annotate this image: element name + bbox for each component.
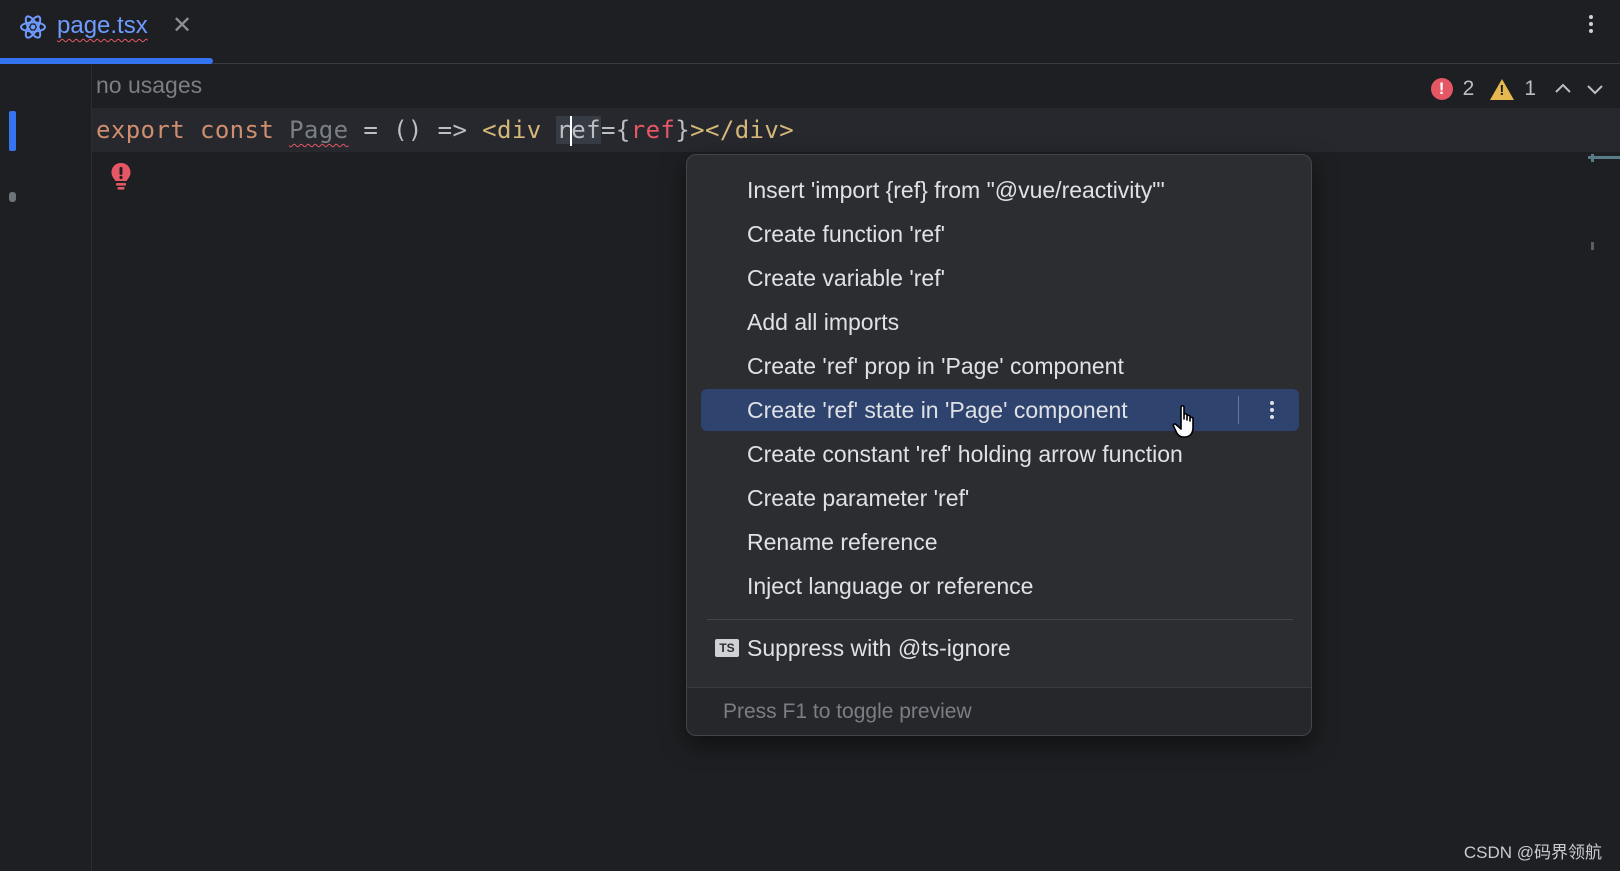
tab-label: page.tsx	[57, 12, 148, 39]
inspection-widget[interactable]: ! 2 1	[1430, 74, 1606, 104]
intention-actions-popup: Insert 'import {ref} from "@vue/reactivi…	[686, 154, 1312, 736]
tab-page-tsx[interactable]: page.tsx ✕	[0, 0, 213, 64]
action-create-prop[interactable]: Create 'ref' prop in 'Page' component	[701, 345, 1299, 387]
brace-close: }	[675, 116, 691, 144]
popup-divider	[707, 619, 1293, 620]
hand-pointer-icon	[1172, 405, 1194, 438]
action-rename-reference[interactable]: Rename reference	[701, 521, 1299, 563]
item-separator	[1238, 396, 1239, 424]
action-create-function[interactable]: Create function 'ref'	[701, 213, 1299, 255]
action-create-state[interactable]: Create 'ref' state in 'Page' component	[701, 389, 1299, 431]
action-create-variable[interactable]: Create variable 'ref'	[701, 257, 1299, 299]
jsx-tag-close: ></div>	[690, 116, 795, 144]
action-create-constant[interactable]: Create constant 'ref' holding arrow func…	[701, 433, 1299, 475]
editor-gutter	[0, 65, 92, 871]
popup-footer: Press F1 to toggle preview	[687, 687, 1311, 735]
lightbulb-error-icon[interactable]	[110, 162, 132, 192]
jsx-tag-open: <div	[482, 116, 542, 144]
chevron-up-icon[interactable]	[1552, 78, 1574, 100]
chevron-down-icon[interactable]	[1584, 78, 1606, 100]
warning-count: 1	[1524, 77, 1536, 100]
gutter-marker	[9, 192, 16, 202]
action-label: Insert 'import {ref} from "@vue/reactivi…	[747, 177, 1165, 203]
jsx-attribute-ref: ref	[556, 116, 601, 146]
more-options-icon[interactable]	[1586, 12, 1596, 40]
scrollbar-marker-tick	[1591, 154, 1594, 162]
scrollbar-marker[interactable]	[1591, 242, 1594, 250]
action-label: Create 'ref' state in 'Page' component	[747, 397, 1128, 423]
close-icon[interactable]: ✕	[172, 11, 192, 40]
action-label: Create function 'ref'	[747, 221, 945, 247]
action-add-all-imports[interactable]: Add all imports	[701, 301, 1299, 343]
react-icon	[20, 15, 46, 39]
attr-char: r	[556, 116, 572, 144]
keyword-const: const	[199, 116, 275, 144]
warning-icon	[1490, 78, 1515, 100]
typescript-icon: TS	[715, 639, 739, 657]
inlay-hint-usages[interactable]: no usages	[96, 72, 202, 99]
arrow-function: () =>	[393, 116, 468, 144]
more-options-icon[interactable]	[1269, 398, 1275, 422]
action-create-parameter[interactable]: Create parameter 'ref'	[701, 477, 1299, 519]
action-label: Create parameter 'ref'	[747, 485, 970, 511]
attr-rest: ef	[571, 116, 601, 144]
action-label: Rename reference	[747, 529, 938, 555]
action-label: Add all imports	[747, 309, 900, 335]
keyword-export: export	[96, 116, 186, 144]
preview-hint: Press F1 to toggle preview	[723, 700, 972, 723]
identifier-page: Page	[289, 116, 349, 144]
error-count: 2	[1462, 77, 1475, 100]
unresolved-reference: ref	[630, 116, 676, 144]
action-label: Create 'ref' prop in 'Page' component	[747, 353, 1124, 379]
editor-tab-bar: page.tsx ✕	[0, 0, 1620, 64]
action-suppress-ts-ignore[interactable]: TS Suppress with @ts-ignore	[701, 627, 1299, 669]
brace-open: {	[615, 116, 631, 144]
watermark: CSDN @码界领航	[1463, 843, 1602, 862]
attr-equals: =	[601, 116, 616, 144]
operator-assign: =	[363, 116, 379, 144]
action-label: Create variable 'ref'	[747, 265, 945, 291]
action-label: Inject language or reference	[747, 573, 1034, 599]
code-line[interactable]: export const Page = () => <div ref={ref}…	[96, 116, 794, 146]
action-label: Suppress with @ts-ignore	[747, 635, 1011, 661]
vcs-change-marker[interactable]	[9, 111, 16, 151]
error-icon: !	[1430, 78, 1453, 100]
action-inject-language[interactable]: Inject language or reference	[701, 565, 1299, 607]
action-insert-import[interactable]: Insert 'import {ref} from "@vue/reactivi…	[701, 169, 1299, 211]
action-label: Create constant 'ref' holding arrow func…	[747, 441, 1183, 467]
active-tab-indicator	[0, 58, 213, 64]
